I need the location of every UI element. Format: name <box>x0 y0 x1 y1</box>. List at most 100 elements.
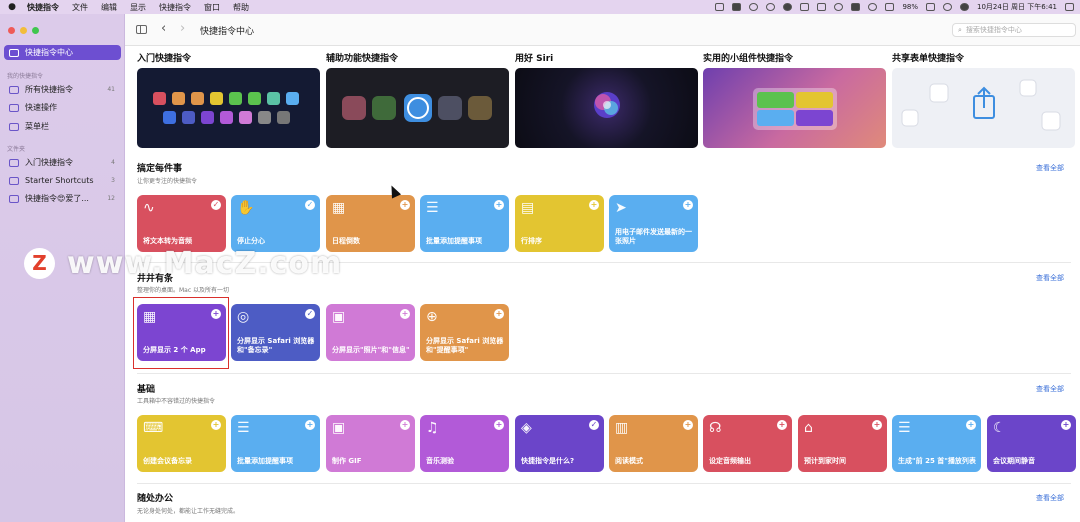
control-center-icon[interactable] <box>851 3 861 11</box>
widget-preview-icon <box>753 88 837 130</box>
notification-list-icon[interactable] <box>1065 3 1074 11</box>
menu-edit[interactable]: 编辑 <box>101 2 117 13</box>
menu-file[interactable]: 文件 <box>72 2 88 13</box>
menu-help[interactable]: 帮助 <box>233 2 249 13</box>
minimize-window-icon[interactable] <box>20 27 27 34</box>
search-spotlight-icon[interactable] <box>943 3 953 11</box>
close-window-icon[interactable] <box>8 27 15 34</box>
section-title-work-anywhere: 随处办公 <box>137 494 174 504</box>
apple-menu-icon[interactable]: ● <box>7 2 17 12</box>
see-all-link[interactable]: 查看全部 <box>1036 273 1064 283</box>
bluetooth-icon[interactable] <box>800 3 810 11</box>
card-audio-output[interactable]: ☊ + 设定音频输出 <box>703 415 792 472</box>
add-plus-icon[interactable]: + <box>400 200 410 210</box>
display-icon[interactable] <box>715 3 725 11</box>
see-all-link[interactable]: 查看全部 <box>1036 163 1064 173</box>
see-all-link[interactable]: 查看全部 <box>1036 493 1064 503</box>
add-plus-icon[interactable]: + <box>683 420 693 430</box>
added-check-icon[interactable]: ✓ <box>305 309 315 319</box>
clipboard-icon[interactable] <box>817 3 827 11</box>
card-make-gif[interactable]: ▣ + 制作 GIF <box>326 415 415 472</box>
add-plus-icon[interactable]: + <box>211 420 221 430</box>
siri-orb-icon <box>594 92 620 118</box>
section-subtitle: 整理你的桌面。Mac 以及所有一切 <box>137 287 230 294</box>
sidebar-folder-starter-cn[interactable]: 入门快捷指令 4 <box>4 155 121 170</box>
card-label: 批量添加提醒事项 <box>426 237 482 245</box>
add-plus-icon[interactable]: + <box>494 309 504 319</box>
card-mute-meeting[interactable]: ☾ + 会议期间静音 <box>987 415 1076 472</box>
card-split-photos-messages[interactable]: ▣ + 分屏显示"照片"和"信息" <box>326 304 415 361</box>
search-input[interactable] <box>965 26 1066 34</box>
sidebar-folder-loved[interactable]: 快捷指令😍爱了... 12 <box>4 191 121 206</box>
music-icon: ♫ <box>426 420 439 436</box>
card-sort-lines[interactable]: ▤ + 行排序 <box>515 195 604 252</box>
document-icon: ▤ <box>521 200 535 216</box>
add-plus-icon[interactable]: + <box>305 420 315 430</box>
gallery-banner-siri[interactable] <box>515 68 698 148</box>
add-plus-icon[interactable]: + <box>494 420 504 430</box>
gallery-banner-widgets[interactable] <box>703 68 886 148</box>
see-all-link[interactable]: 查看全部 <box>1036 384 1064 394</box>
add-plus-icon[interactable]: + <box>400 309 410 319</box>
card-split-safari-notes[interactable]: ◎ ✓ 分屏显示 Safari 浏览器和"备忘录" <box>231 304 320 361</box>
card-meeting-notes[interactable]: ⌨ + 创建会议备忘录 <box>137 415 226 472</box>
card-stop-distraction[interactable]: ✋ ✓ 停止分心 <box>231 195 320 252</box>
card-split-safari-reminders[interactable]: ⊕ + 分屏显示 Safari 浏览器和"提醒事项" <box>420 304 509 361</box>
card-label: 设定音频输出 <box>709 457 751 465</box>
card-label: 分屏显示"照片"和"信息" <box>332 346 410 354</box>
toggle-sidebar-icon[interactable] <box>136 25 147 34</box>
siri-icon[interactable] <box>960 3 970 11</box>
card-what-is-shortcut[interactable]: ◈ ✓ 快捷指令是什么? <box>515 415 604 472</box>
keyboard-icon: ⌨ <box>143 420 164 436</box>
menu-shortcuts[interactable]: 快捷指令 <box>159 2 191 13</box>
card-text-to-audio[interactable]: ∿ ✓ 将文本转为音频 <box>137 195 226 252</box>
added-check-icon[interactable]: ✓ <box>211 200 221 210</box>
card-eta-home[interactable]: ⌂ + 预计到家时间 <box>798 415 887 472</box>
search-field[interactable]: ⌕ <box>952 23 1076 37</box>
add-plus-icon[interactable]: + <box>400 420 410 430</box>
add-plus-icon[interactable]: + <box>777 420 787 430</box>
menu-app-name[interactable]: 快捷指令 <box>27 2 59 13</box>
gallery-banner-share-sheet[interactable] <box>892 68 1075 148</box>
add-plus-icon[interactable]: + <box>494 200 504 210</box>
calendar-status-icon[interactable] <box>732 3 742 11</box>
gallery-banner-accessibility[interactable] <box>326 68 509 148</box>
menu-view[interactable]: 显示 <box>130 2 146 13</box>
add-plus-icon[interactable]: + <box>683 200 693 210</box>
sidebar-item-menu-bar[interactable]: 菜单栏 <box>4 119 121 134</box>
card-countdown[interactable]: ▦ + 日程倒数 <box>326 195 415 252</box>
watermark-text: www.MacZ.com <box>67 246 343 281</box>
time-machine-icon[interactable] <box>868 3 878 11</box>
back-chevron-icon[interactable]: ‹ <box>161 21 166 37</box>
sidebar-item-quick-actions[interactable]: 快速操作 <box>4 100 121 115</box>
card-batch-reminders-2[interactable]: ☰ + 批量添加提醒事项 <box>231 415 320 472</box>
card-top-25-playlist[interactable]: ☰ + 生成"前 25 首"播放列表 <box>892 415 981 472</box>
sidebar-item-gallery[interactable]: 快捷指令中心 <box>4 45 121 60</box>
add-plus-icon[interactable]: + <box>1061 420 1071 430</box>
add-plus-icon[interactable]: + <box>872 420 882 430</box>
card-email-latest-photo[interactable]: ➤ + 用电子邮件发送最新的一张照片 <box>609 195 698 252</box>
zoom-window-icon[interactable] <box>32 27 39 34</box>
forward-chevron-icon[interactable]: › <box>180 21 185 37</box>
menu-window[interactable]: 窗口 <box>204 2 220 13</box>
gallery-banner-starter[interactable] <box>137 68 320 148</box>
record-icon[interactable] <box>749 3 759 11</box>
added-check-icon[interactable]: ✓ <box>589 420 599 430</box>
shield-icon[interactable] <box>783 3 793 11</box>
card-reading-mode[interactable]: ▥ + 阅读模式 <box>609 415 698 472</box>
watermark: Z www.MacZ.com <box>24 246 342 281</box>
card-batch-reminders[interactable]: ☰ + 批量添加提醒事项 <box>420 195 509 252</box>
sidebar-item-label: 所有快捷指令 <box>25 85 73 94</box>
user-icon[interactable] <box>885 3 895 11</box>
wifi-icon[interactable] <box>834 3 844 11</box>
added-check-icon[interactable]: ✓ <box>305 200 315 210</box>
add-plus-icon[interactable]: + <box>966 420 976 430</box>
play-icon[interactable] <box>766 3 776 11</box>
add-plus-icon[interactable]: + <box>589 200 599 210</box>
battery-icon[interactable] <box>926 3 936 11</box>
sidebar-item-all-shortcuts[interactable]: 所有快捷指令 41 <box>4 82 121 97</box>
menu-clock[interactable]: 10月24日 周日 下午6:41 <box>977 2 1057 12</box>
house-icon: ⌂ <box>804 420 813 436</box>
card-music-quiz[interactable]: ♫ + 音乐测验 <box>420 415 509 472</box>
sidebar-folder-starter-shortcuts[interactable]: Starter Shortcuts 3 <box>4 173 121 188</box>
